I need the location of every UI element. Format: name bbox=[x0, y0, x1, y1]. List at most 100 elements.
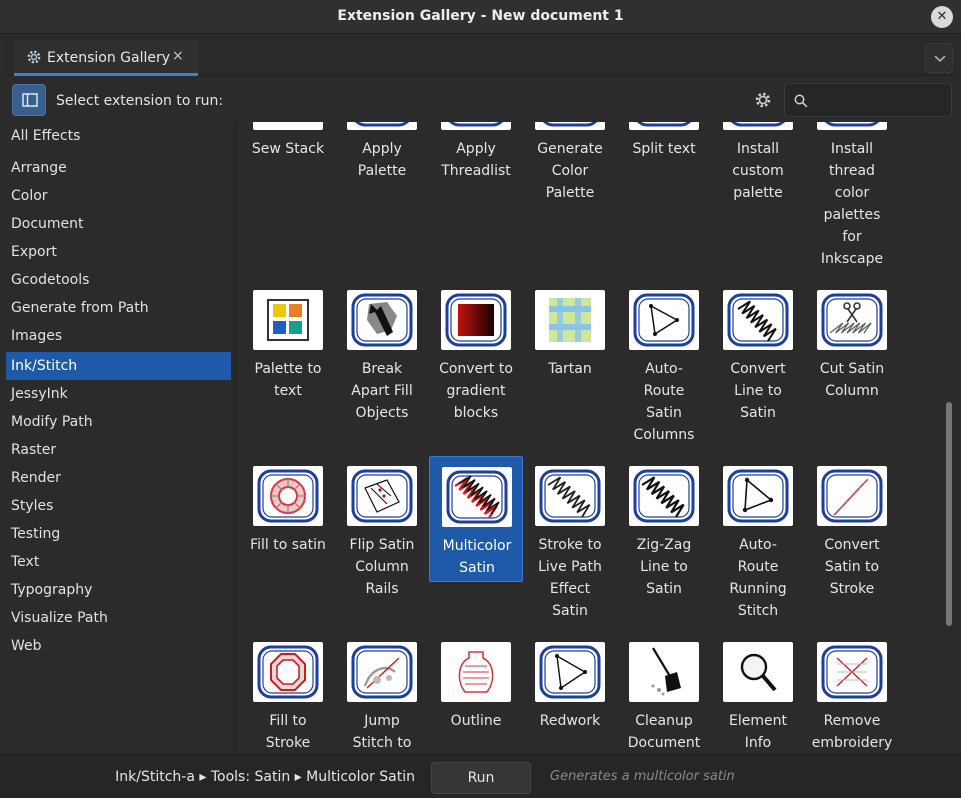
extension-card-install-custom-palette[interactable]: Install custom palette bbox=[711, 122, 805, 208]
extension-card-cut-satin-column[interactable]: Cut Satin Column bbox=[805, 280, 899, 406]
extension-card-multicolor-satin[interactable]: Multicolor Satin bbox=[429, 456, 523, 582]
sidebar-item-raster[interactable]: Raster bbox=[6, 436, 231, 464]
extension-card-palette-to-text[interactable]: Palette to text bbox=[241, 280, 335, 406]
search-icon bbox=[794, 94, 808, 108]
sidebar-item-jessyink[interactable]: JessyInk bbox=[6, 380, 231, 408]
chevron-down-icon bbox=[934, 55, 946, 63]
auto-route-satin-icon bbox=[629, 290, 699, 350]
extension-label: Remove embroidery bbox=[811, 713, 893, 751]
extension-card-convert-to-gradient-blocks[interactable]: Convert to gradient blocks bbox=[429, 280, 523, 428]
sidebar-item-text[interactable]: Text bbox=[6, 548, 231, 576]
extension-card-remove-embroidery[interactable]: Remove embroidery bbox=[805, 632, 899, 754]
tab-extension-gallery[interactable]: Extension Gallery × bbox=[14, 40, 198, 76]
extension-label: Convert to gradient blocks bbox=[439, 361, 513, 421]
extension-label: Apply Threadlist bbox=[441, 141, 511, 179]
extension-label: Stroke to Live Path Effect Satin bbox=[538, 537, 602, 619]
extension-card-redwork[interactable]: Redwork bbox=[523, 632, 617, 736]
extension-card-outline[interactable]: Outline bbox=[429, 632, 523, 736]
sew-stack-icon bbox=[253, 122, 323, 130]
extension-card-convert-satin-to-stroke[interactable]: Convert Satin to Stroke bbox=[805, 456, 899, 604]
extension-label: Tartan bbox=[548, 361, 592, 377]
toolbar: Select extension to run: bbox=[6, 80, 955, 120]
toggle-sidebar-button[interactable] bbox=[12, 84, 46, 116]
line-to-satin-icon bbox=[723, 290, 793, 350]
sidebar-item-typography[interactable]: Typography bbox=[6, 576, 231, 604]
extension-label: Cut Satin Column bbox=[819, 361, 885, 399]
remove-embroidery-icon bbox=[817, 642, 887, 702]
extension-card-sew-stack[interactable]: Sew Stack bbox=[241, 122, 335, 164]
sidebar-item-generate-from-path[interactable]: Generate from Path bbox=[6, 294, 231, 322]
extension-label: Convert Satin to Stroke bbox=[824, 537, 880, 597]
extension-label: Element Info bbox=[729, 713, 787, 751]
extension-card-apply-threadlist[interactable]: Apply Threadlist bbox=[429, 122, 523, 186]
tab-list-dropdown-button[interactable] bbox=[925, 43, 953, 73]
extension-card-break-apart-fill-objects[interactable]: Break Apart Fill Objects bbox=[335, 280, 429, 428]
fill-to-stroke-icon bbox=[253, 642, 323, 702]
settings-gear-icon[interactable] bbox=[754, 91, 772, 109]
window-title: Extension Gallery - New document 1 bbox=[337, 8, 624, 24]
split-text-icon bbox=[629, 122, 699, 130]
sidebar-item-modify-path[interactable]: Modify Path bbox=[6, 408, 231, 436]
sidebar-item-web[interactable]: Web bbox=[6, 632, 231, 660]
extension-card-convert-line-to-satin[interactable]: Convert Line to Satin bbox=[711, 280, 805, 428]
extension-card-split-text[interactable]: Split text bbox=[617, 122, 711, 164]
extension-card-zig-zag-line-to-satin[interactable]: Zig-Zag Line to Satin bbox=[617, 456, 711, 604]
tab-close-icon[interactable]: × bbox=[172, 48, 184, 64]
run-button[interactable]: Run bbox=[431, 762, 531, 794]
search-input[interactable] bbox=[815, 90, 945, 110]
multicolor-satin-icon bbox=[442, 467, 512, 527]
title-bar: Extension Gallery - New document 1 ✕ bbox=[0, 0, 961, 34]
sidebar-item-styles[interactable]: Styles bbox=[6, 492, 231, 520]
apply-threadlist-icon bbox=[441, 122, 511, 130]
sidebar-item-render[interactable]: Render bbox=[6, 464, 231, 492]
sidebar-item-ink-stitch[interactable]: Ink/Stitch bbox=[6, 352, 231, 380]
wrench-icon bbox=[347, 290, 417, 350]
extension-label: Zig-Zag Line to Satin bbox=[636, 537, 692, 597]
extension-card-auto-route-running-stitch[interactable]: Auto- Route Running Stitch bbox=[711, 456, 805, 626]
sidebar-item-export[interactable]: Export bbox=[6, 238, 231, 266]
extension-card-install-thread-color-palettes-for-inkscape[interactable]: Install thread color palettes for Inksca… bbox=[805, 122, 899, 274]
extension-label: Outline bbox=[450, 713, 502, 729]
extension-label: Auto- Route Running Stitch bbox=[729, 537, 787, 619]
extension-card-tartan[interactable]: Tartan bbox=[523, 280, 617, 384]
gradient-icon bbox=[441, 290, 511, 350]
extension-card-cleanup-document[interactable]: Cleanup Document bbox=[617, 632, 711, 754]
palette-to-text-icon bbox=[253, 290, 323, 350]
extension-card-apply-palette[interactable]: Apply Palette bbox=[335, 122, 429, 186]
sidebar-item-document[interactable]: Document bbox=[6, 210, 231, 238]
extension-card-generate-color-palette[interactable]: Generate Color Palette bbox=[523, 122, 617, 208]
scissors-icon bbox=[817, 290, 887, 350]
extension-label: Apply Palette bbox=[357, 141, 407, 179]
select-extension-prompt: Select extension to run: bbox=[56, 93, 224, 109]
extension-label: Multicolor Satin bbox=[442, 538, 512, 576]
close-window-button[interactable]: ✕ bbox=[931, 6, 953, 28]
extension-card-element-info[interactable]: Element Info bbox=[711, 632, 805, 754]
flip-satin-icon bbox=[347, 466, 417, 526]
sidebar-item-color[interactable]: Color bbox=[6, 182, 231, 210]
extension-card-stroke-to-live-path-effect-satin[interactable]: Stroke to Live Path Effect Satin bbox=[523, 456, 617, 626]
satin-to-stroke-icon bbox=[817, 466, 887, 526]
sidebar-item-arrange[interactable]: Arrange bbox=[6, 154, 231, 182]
sidebar-item-gcodetools[interactable]: Gcodetools bbox=[6, 266, 231, 294]
extension-card-jump-stitch-to[interactable]: Jump Stitch to bbox=[335, 632, 429, 754]
sidebar-item-all-effects[interactable]: All Effects bbox=[6, 122, 231, 150]
tab-bar: Extension Gallery × bbox=[6, 40, 955, 76]
extension-label: Cleanup Document bbox=[627, 713, 701, 751]
outline-icon bbox=[441, 642, 511, 702]
extension-label: Split text bbox=[632, 141, 696, 157]
extension-label: Install thread color palettes for Inksca… bbox=[820, 141, 884, 267]
gallery-scrollbar[interactable] bbox=[946, 402, 952, 626]
extension-gallery-grid: Sew Stack Apply Palette Apply Threadlist Ge… bbox=[236, 122, 942, 754]
extension-label: Flip Satin Column Rails bbox=[349, 537, 415, 597]
extension-card-fill-to-satin[interactable]: Fill to satin bbox=[241, 456, 335, 560]
sidebar-item-testing[interactable]: Testing bbox=[6, 520, 231, 548]
extension-label: Install custom palette bbox=[732, 141, 784, 201]
search-box[interactable] bbox=[784, 83, 952, 117]
sidebar-item-images[interactable]: Images bbox=[6, 322, 231, 350]
extension-card-auto-route-satin-columns[interactable]: Auto- Route Satin Columns bbox=[617, 280, 711, 450]
extension-card-fill-to-stroke[interactable]: Fill to Stroke bbox=[241, 632, 335, 754]
sidebar-icon bbox=[22, 93, 38, 107]
extension-label: Redwork bbox=[539, 713, 601, 729]
extension-card-flip-satin-column-rails[interactable]: Flip Satin Column Rails bbox=[335, 456, 429, 604]
sidebar-item-visualize-path[interactable]: Visualize Path bbox=[6, 604, 231, 632]
